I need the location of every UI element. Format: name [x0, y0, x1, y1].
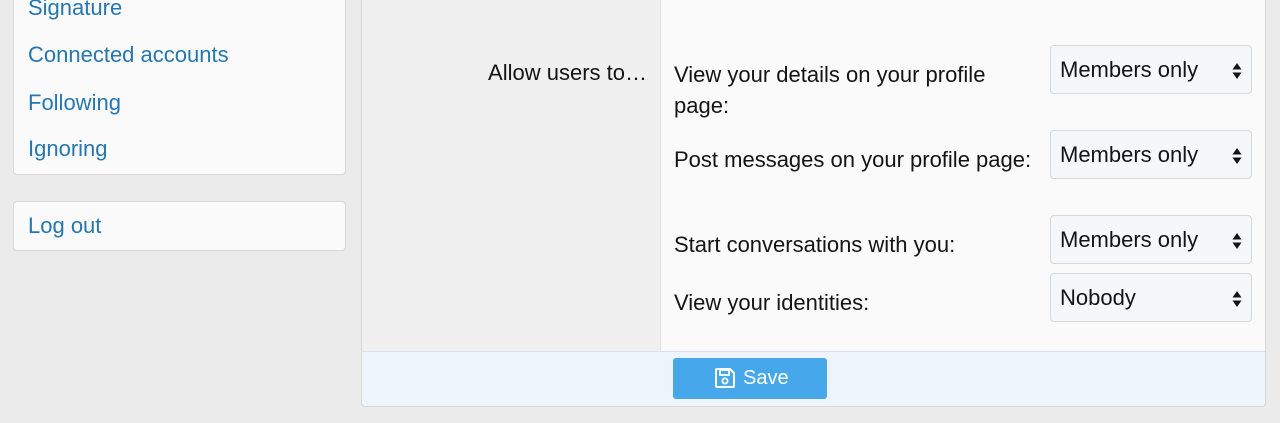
option-label-view-details: View your details on your profile page:: [674, 62, 986, 118]
select-view-identities[interactable]: Nobody: [1050, 273, 1252, 322]
sidebar-item-ignoring[interactable]: Ignoring: [28, 136, 108, 162]
sidebar-item-connected-accounts[interactable]: Connected accounts: [28, 42, 229, 68]
select-value: Members only: [1060, 142, 1199, 167]
select-view-details[interactable]: Members only: [1050, 45, 1252, 94]
privacy-form: Allow users to… View your details on you…: [361, 0, 1266, 407]
logout-link[interactable]: Log out: [28, 213, 101, 239]
select-arrows-icon: [1232, 291, 1242, 307]
select-arrows-icon: [1232, 63, 1242, 79]
floppy-disk-icon: [715, 368, 735, 388]
form-submit-row: Save: [362, 351, 1265, 406]
select-value: Nobody: [1060, 285, 1136, 310]
option-label-post-messages: Post messages on your profile page:: [674, 147, 1032, 172]
save-button[interactable]: Save: [673, 358, 827, 399]
row-label: Allow users to…: [488, 60, 647, 85]
select-start-conversations[interactable]: Members only: [1050, 215, 1252, 264]
select-arrows-icon: [1232, 233, 1242, 249]
save-button-label: Save: [743, 367, 789, 389]
select-arrows-icon: [1232, 148, 1242, 164]
option-label-view-identities: View your identities:: [674, 290, 870, 315]
select-value: Members only: [1060, 227, 1199, 252]
select-post-messages[interactable]: Members only: [1050, 130, 1252, 179]
sidebar-item-signature[interactable]: Signature: [28, 0, 122, 21]
sidebar-item-following[interactable]: Following: [28, 90, 121, 116]
account-nav-block: Signature Connected accounts Following I…: [13, 0, 346, 175]
option-label-start-conversations: Start conversations with you:: [674, 232, 956, 257]
logout-block: Log out: [13, 201, 346, 251]
form-label-column: Allow users to…: [362, 0, 661, 351]
select-value: Members only: [1060, 57, 1199, 82]
